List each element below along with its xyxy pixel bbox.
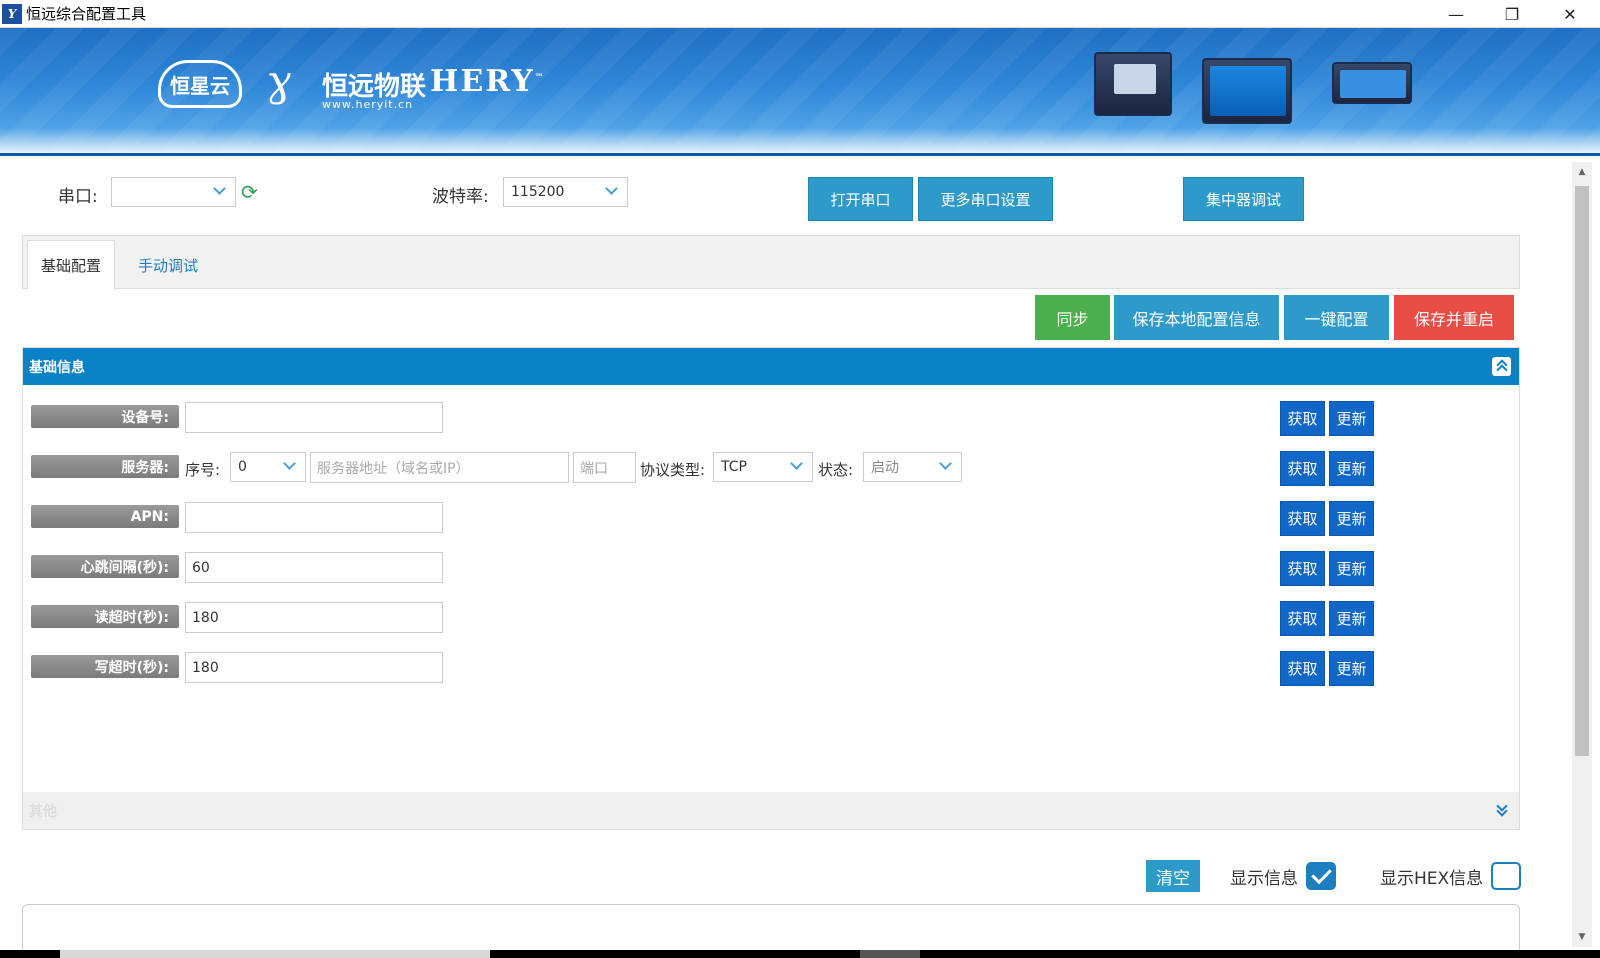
device-id-label: 设备号: <box>31 405 179 428</box>
server-index-label: 序号: <box>185 461 221 479</box>
more-port-settings-button[interactable]: 更多串口设置 <box>918 177 1053 221</box>
chevron-down-icon <box>213 184 227 198</box>
open-port-button[interactable]: 打开串口 <box>808 177 913 221</box>
one-key-config-button[interactable]: 一键配置 <box>1284 295 1389 340</box>
update-heartbeat-button[interactable]: 更新 <box>1329 551 1374 586</box>
state-select[interactable]: 启动 <box>863 452 962 482</box>
server-port-input[interactable]: 端口 <box>573 452 636 483</box>
app-logo-icon: Y <box>2 3 22 24</box>
scroll-up-icon[interactable]: ▲ <box>1572 162 1592 182</box>
update-apn-button[interactable]: 更新 <box>1329 501 1374 536</box>
update-server-button[interactable]: 更新 <box>1329 451 1374 486</box>
port-label: 串口: <box>58 187 98 207</box>
tab-manual-debug[interactable]: 手动调试 <box>123 240 213 290</box>
brand-mark-icon: ɣ <box>266 56 292 105</box>
show-info-checkbox[interactable] <box>1306 862 1336 890</box>
read-timeout-input[interactable]: 180 <box>185 602 443 633</box>
brand-url: www.heryit.cn <box>322 98 414 111</box>
basic-info-panel: 基础信息 设备号: 获取 更新 服务器: 序号: 0 服务器地址（域名或IP） … <box>22 347 1520 830</box>
update-device-id-button[interactable]: 更新 <box>1329 401 1374 436</box>
server-label: 服务器: <box>31 455 179 478</box>
update-write-timeout-button[interactable]: 更新 <box>1329 651 1374 686</box>
show-info-label: 显示信息 <box>1230 869 1298 889</box>
close-icon[interactable]: ✕ <box>1542 0 1598 28</box>
protocol-label: 协议类型: <box>640 461 706 479</box>
clear-log-button[interactable]: 清空 <box>1146 860 1200 892</box>
cloud-logo: 恒星云 <box>158 60 242 108</box>
server-index-select[interactable]: 0 <box>230 452 306 482</box>
chevron-down-icon <box>605 184 619 198</box>
vertical-scrollbar[interactable]: ▲ ▼ <box>1572 162 1592 947</box>
minimize-icon[interactable]: — <box>1428 0 1484 28</box>
scroll-down-icon[interactable]: ▼ <box>1572 927 1592 947</box>
header-banner: 恒星云 ɣ 恒远物联 www.heryit.cn HERY™ <box>0 28 1600 156</box>
port-select[interactable] <box>111 177 236 207</box>
get-device-id-button[interactable]: 获取 <box>1280 401 1325 436</box>
expand-down-icon[interactable] <box>1492 801 1511 820</box>
title-bar: Y 恒远综合配置工具 — ❐ ✕ <box>0 0 1600 28</box>
baud-label: 波特率: <box>432 187 489 207</box>
device-image-3 <box>1332 62 1412 104</box>
apn-label: APN: <box>31 505 179 528</box>
taskbar-strip <box>0 950 1600 958</box>
get-heartbeat-button[interactable]: 获取 <box>1280 551 1325 586</box>
chevron-down-icon <box>790 459 804 473</box>
show-hex-checkbox[interactable] <box>1491 862 1521 890</box>
chevron-down-icon <box>283 459 297 473</box>
device-image-1 <box>1094 52 1172 116</box>
get-write-timeout-button[interactable]: 获取 <box>1280 651 1325 686</box>
apn-input[interactable] <box>185 502 443 533</box>
chevron-down-icon <box>939 459 953 473</box>
heartbeat-input[interactable]: 60 <box>185 552 443 583</box>
hub-debug-button[interactable]: 集中器调试 <box>1183 177 1304 221</box>
sync-button[interactable]: 同步 <box>1035 295 1110 340</box>
collapse-up-icon[interactable] <box>1492 357 1511 376</box>
server-address-input[interactable]: 服务器地址（域名或IP） <box>310 452 569 483</box>
write-timeout-label: 写超时(秒): <box>31 655 179 678</box>
get-server-button[interactable]: 获取 <box>1280 451 1325 486</box>
tab-basic-config[interactable]: 基础配置 <box>27 240 115 290</box>
state-label: 状态: <box>818 461 854 479</box>
baud-select[interactable]: 115200 <box>503 177 628 207</box>
update-read-timeout-button[interactable]: 更新 <box>1329 601 1374 636</box>
get-read-timeout-button[interactable]: 获取 <box>1280 601 1325 636</box>
window-title: 恒远综合配置工具 <box>26 5 147 23</box>
scroll-thumb[interactable] <box>1575 186 1589 756</box>
read-timeout-label: 读超时(秒): <box>31 605 179 628</box>
hery-logo: HERY™ <box>430 64 546 99</box>
heartbeat-label: 心跳间隔(秒): <box>31 555 179 578</box>
device-id-input[interactable] <box>185 402 443 433</box>
tab-bar: 基础配置 手动调试 <box>22 235 1520 290</box>
refresh-icon[interactable]: ⟳ <box>241 182 261 202</box>
basic-info-header[interactable]: 基础信息 <box>23 348 1519 385</box>
other-section-header[interactable]: 其他 <box>23 792 1519 829</box>
write-timeout-input[interactable]: 180 <box>185 652 443 683</box>
save-restart-button[interactable]: 保存并重启 <box>1394 295 1514 340</box>
show-hex-label: 显示HEX信息 <box>1380 869 1484 889</box>
protocol-select[interactable]: TCP <box>713 452 813 482</box>
restore-icon[interactable]: ❐ <box>1484 0 1540 28</box>
get-apn-button[interactable]: 获取 <box>1280 501 1325 536</box>
device-image-2 <box>1202 58 1292 124</box>
save-local-config-button[interactable]: 保存本地配置信息 <box>1114 295 1279 340</box>
